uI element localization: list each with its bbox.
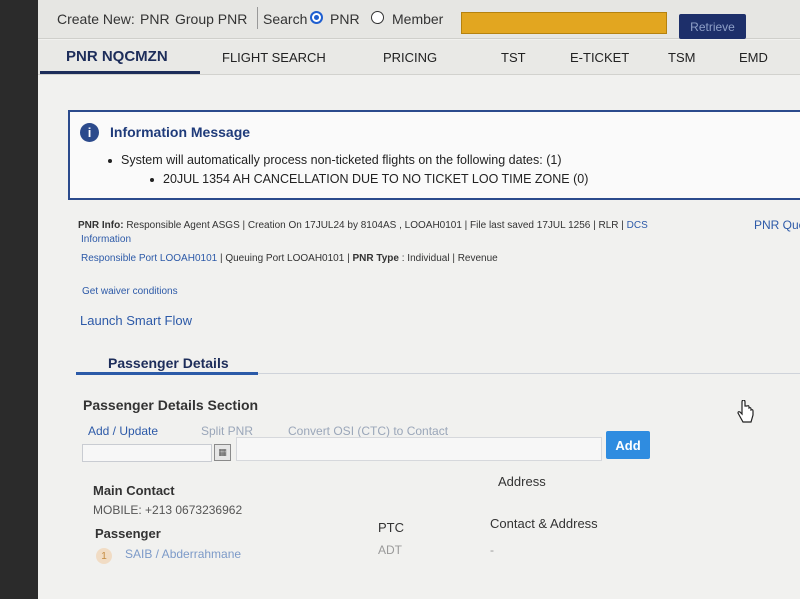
command-input[interactable] bbox=[236, 437, 602, 461]
dcs-information-link[interactable]: Information bbox=[81, 234, 131, 245]
hand-cursor-icon bbox=[737, 400, 754, 423]
pnr-info-text: Responsible Agent ASGS | Creation On 17J… bbox=[123, 220, 627, 231]
passenger-name-link[interactable]: SAIB / Abderrahmane bbox=[125, 547, 241, 561]
radio-member[interactable] bbox=[371, 11, 384, 24]
pnr-type-value: : Individual | Revenue bbox=[398, 253, 498, 264]
info-icon: i bbox=[80, 123, 99, 142]
add-button[interactable]: Add bbox=[606, 431, 650, 459]
convert-osi-link[interactable]: Convert OSI (CTC) to Contact bbox=[288, 424, 448, 438]
pnr-info-label: PNR Info: bbox=[78, 220, 124, 231]
tab-pnr[interactable]: PNR NQCMZN bbox=[66, 48, 168, 65]
create-new-label: Create New: bbox=[57, 11, 135, 27]
info-line-2-text: 20JUL 1354 AH CANCELLATION DUE TO NO TIC… bbox=[163, 172, 589, 186]
add-update-link[interactable]: Add / Update bbox=[88, 424, 158, 438]
info-title: Information Message bbox=[110, 124, 251, 140]
top-bar: Create New: PNR Group PNR Search PNR Mem… bbox=[38, 0, 800, 39]
pnr-type-label: PNR Type bbox=[352, 253, 399, 264]
radio-pnr-label: PNR bbox=[330, 11, 360, 27]
create-pnr-link[interactable]: PNR bbox=[140, 11, 170, 27]
get-waiver-conditions-link[interactable]: Get waiver conditions bbox=[82, 286, 178, 297]
active-tab-indicator bbox=[40, 71, 200, 74]
passenger-details-section-title: Passenger Details Section bbox=[83, 397, 259, 413]
dcs-link[interactable]: DCS bbox=[627, 220, 648, 231]
app-screen: Create New: PNR Group PNR Search PNR Mem… bbox=[38, 0, 800, 599]
info-line-2: 20JUL 1354 AH CANCELLATION DUE TO NO TIC… bbox=[150, 172, 588, 186]
queuing-port-text: | Queuing Port LOOAH0101 | bbox=[217, 253, 353, 264]
active-subtab-indicator bbox=[76, 372, 258, 375]
pnr-queue-link[interactable]: PNR Que bbox=[754, 218, 800, 232]
create-group-pnr-link[interactable]: Group PNR bbox=[175, 11, 247, 27]
tab-passenger-details[interactable]: Passenger Details bbox=[108, 355, 229, 371]
split-pnr-link[interactable]: Split PNR bbox=[201, 424, 253, 438]
pnr-ports-line: Responsible Port LOOAH0101 | Queuing Por… bbox=[81, 253, 498, 264]
tab-tsm[interactable]: TSM bbox=[668, 50, 695, 65]
ptc-label: PTC bbox=[378, 520, 404, 535]
bullet-icon bbox=[150, 177, 154, 182]
passenger-ptc: ADT bbox=[378, 543, 402, 557]
search-input[interactable] bbox=[461, 12, 667, 34]
tab-tst[interactable]: TST bbox=[501, 50, 526, 65]
tab-e-ticket[interactable]: E-TICKET bbox=[570, 50, 629, 65]
passenger-number-badge: 1 bbox=[96, 548, 112, 564]
address-label: Address bbox=[498, 474, 546, 489]
main-contact-label: Main Contact bbox=[93, 483, 175, 498]
main-tabs: PNR NQCMZN FLIGHT SEARCH PRICING TST E-T… bbox=[38, 40, 800, 75]
passenger-contact-value: - bbox=[490, 543, 494, 557]
contact-address-label: Contact & Address bbox=[490, 516, 598, 531]
info-line-1-text: System will automatically process non-ti… bbox=[121, 153, 562, 167]
pnr-info-line: PNR Info: Responsible Agent ASGS | Creat… bbox=[78, 220, 648, 231]
search-label: Search bbox=[263, 11, 308, 27]
tab-pricing[interactable]: PRICING bbox=[383, 50, 437, 65]
responsible-port-link[interactable]: Responsible Port LOOAH0101 bbox=[81, 253, 217, 264]
mobile-value: MOBILE: +213 0673236962 bbox=[93, 503, 243, 517]
element-input[interactable] bbox=[82, 444, 212, 462]
tab-flight-search[interactable]: FLIGHT SEARCH bbox=[222, 50, 326, 65]
bullet-icon bbox=[108, 158, 112, 163]
radio-pnr[interactable] bbox=[310, 11, 323, 24]
info-line-1: System will automatically process non-ti… bbox=[108, 153, 561, 167]
retrieve-button[interactable]: Retrieve bbox=[679, 14, 746, 39]
list-picker-icon[interactable]: ▦ bbox=[214, 444, 231, 461]
divider bbox=[257, 7, 258, 29]
information-message: i Information Message System will automa… bbox=[68, 110, 800, 200]
tab-emd[interactable]: EMD bbox=[739, 50, 768, 65]
radio-member-label: Member bbox=[392, 11, 444, 27]
launch-smart-flow-link[interactable]: Launch Smart Flow bbox=[80, 313, 192, 328]
passenger-label: Passenger bbox=[95, 526, 161, 541]
